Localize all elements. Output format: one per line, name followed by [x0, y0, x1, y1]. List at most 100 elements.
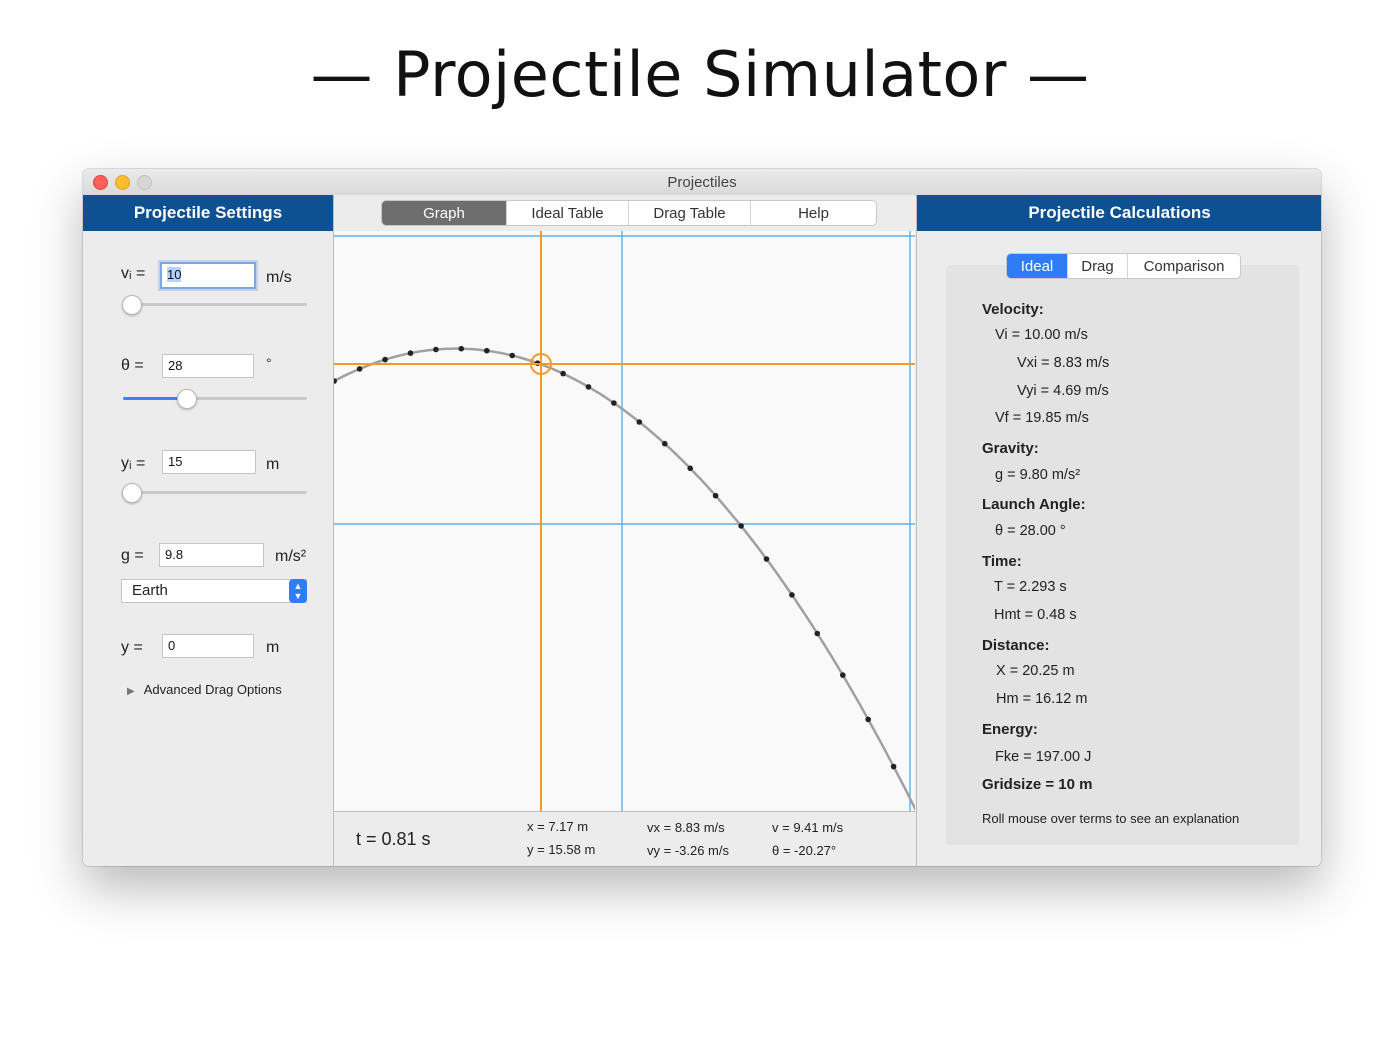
energy-heading[interactable]: Energy:	[982, 721, 1038, 738]
trajectory-dot	[407, 350, 414, 356]
theta-input[interactable]: 28	[162, 354, 254, 378]
g-label: g =	[121, 547, 144, 564]
tab-comparison[interactable]: Comparison	[1128, 254, 1240, 278]
trajectory-dot	[738, 523, 744, 529]
hint-text: Roll mouse over terms to see an explanat…	[982, 811, 1240, 826]
title-bar[interactable]: Projectiles	[83, 169, 1321, 196]
trajectory-dot	[814, 630, 821, 637]
trajectory-dot	[611, 400, 617, 406]
calculations-box: Ideal Drag Comparison Velocity: Vi = 10.…	[946, 253, 1299, 845]
planet-select[interactable]: Earth ▲ ▼	[121, 579, 307, 603]
trajectory-dot	[585, 384, 592, 390]
vyi-calc[interactable]: Vyi = 4.69 m/s	[1017, 383, 1109, 399]
disclosure-triangle-icon: ▶	[127, 686, 135, 697]
yi-label: yᵢ =	[121, 455, 146, 472]
fke-calc[interactable]: Fke = 197.00 J	[995, 749, 1091, 765]
vi-calc[interactable]: Vi = 10.00 m/s	[995, 327, 1088, 343]
calculations-header: Projectile Calculations	[917, 195, 1321, 231]
tab-ideal[interactable]: Ideal	[1007, 254, 1068, 278]
vxi-calc[interactable]: Vxi = 8.83 m/s	[1017, 355, 1109, 371]
vi-slider[interactable]	[123, 303, 307, 306]
trajectory-plot	[331, 231, 945, 866]
tab-drag[interactable]: Drag	[1068, 254, 1128, 278]
trajectory-dot	[484, 347, 490, 354]
launch-angle-heading[interactable]: Launch Angle:	[982, 496, 1086, 513]
theta-calc[interactable]: θ = 28.00 °	[995, 523, 1066, 539]
distance-heading[interactable]: Distance:	[982, 637, 1050, 654]
readout-bar: t = 0.81 s x = 7.17 m y = 15.58 m vx = 8…	[334, 811, 915, 866]
trajectory-dot	[865, 716, 871, 723]
trajectory-dot	[687, 465, 693, 472]
y-unit: m	[266, 639, 280, 656]
vx-readout: vx = 8.83 m/s	[647, 820, 725, 835]
advanced-drag-toggle[interactable]: ▶ Advanced Drag Options	[127, 682, 282, 697]
trajectory-dot	[840, 672, 846, 678]
advanced-drag-label: Advanced Drag Options	[143, 682, 282, 697]
x-calc[interactable]: X = 20.25 m	[996, 663, 1075, 679]
trajectory-dot	[890, 763, 897, 770]
trajectory-dot	[712, 492, 719, 499]
trajectory-dot	[636, 419, 643, 425]
tab-drag-table[interactable]: Drag Table	[629, 201, 751, 225]
hm-calc[interactable]: Hm = 16.12 m	[996, 691, 1087, 707]
y-input[interactable]: 0	[162, 634, 254, 658]
vi-value: 10	[167, 267, 182, 282]
gridsize-label[interactable]: Gridsize = 10 m	[982, 776, 1092, 793]
tab-help[interactable]: Help	[751, 201, 876, 225]
trajectory-dot	[382, 356, 388, 363]
vi-label: vᵢ =	[121, 265, 146, 282]
tab-graph[interactable]: Graph	[382, 201, 507, 225]
window-title: Projectiles	[667, 174, 737, 191]
time-heading[interactable]: Time:	[982, 553, 1022, 570]
velocity-heading[interactable]: Velocity:	[982, 301, 1044, 318]
vi-unit: m/s	[266, 269, 292, 286]
x-readout: x = 7.17 m	[527, 819, 589, 834]
vy-readout: vy = -3.26 m/s	[647, 843, 729, 858]
yi-input[interactable]: 15	[162, 450, 256, 474]
trajectory-dots	[331, 345, 897, 770]
g-unit: m/s²	[275, 548, 307, 565]
graph-panel: Graph Ideal Table Drag Table Help t = 0.…	[331, 195, 945, 866]
trajectory-dot	[560, 370, 566, 377]
trajectory-graph[interactable]	[331, 231, 945, 866]
theta-unit: °	[266, 355, 272, 371]
trajectory-dot	[789, 592, 795, 598]
app-window: Projectiles Projectile Settings vᵢ = 10 …	[83, 169, 1321, 866]
view-tabs: Graph Ideal Table Drag Table Help	[381, 200, 877, 226]
select-stepper-icon: ▲ ▼	[289, 579, 307, 603]
theta-slider-knob[interactable]	[176, 389, 197, 409]
view-tabbar: Graph Ideal Table Drag Table Help	[334, 195, 915, 232]
trajectory-dot	[763, 556, 770, 562]
vf-calc[interactable]: Vf = 19.85 m/s	[995, 410, 1089, 426]
vi-slider-knob[interactable]	[122, 295, 142, 315]
theta-readout: θ = -20.27°	[772, 843, 837, 858]
hmt-calc[interactable]: Hmt = 0.48 s	[994, 607, 1077, 623]
trajectory-dot	[433, 346, 439, 353]
g-calc[interactable]: g = 9.80 m/s²	[995, 467, 1080, 483]
page-title: — Projectile Simulator —	[310, 38, 1090, 111]
trajectory-dot	[458, 345, 465, 352]
trajectory-curve	[333, 347, 945, 866]
yi-unit: m	[266, 456, 280, 473]
time-readout: t = 0.81 s	[356, 829, 431, 849]
y-readout: y = 15.58 m	[527, 842, 596, 857]
settings-panel: Projectile Settings vᵢ = 10 m/s θ = 28 °…	[83, 195, 334, 866]
t-calc[interactable]: T = 2.293 s	[994, 579, 1067, 595]
planet-select-value: Earth	[132, 582, 168, 599]
gravity-heading[interactable]: Gravity:	[982, 440, 1039, 457]
trajectory-dot	[662, 440, 668, 447]
theta-label: θ =	[121, 357, 144, 374]
yi-slider-knob[interactable]	[122, 483, 142, 503]
yi-slider[interactable]	[123, 491, 307, 494]
trajectory-dot	[509, 352, 515, 359]
tab-ideal-table[interactable]: Ideal Table	[507, 201, 629, 225]
calc-tabs: Ideal Drag Comparison	[1006, 253, 1241, 279]
trajectory-dot	[356, 366, 363, 372]
settings-header: Projectile Settings	[83, 195, 333, 231]
grid-lines	[334, 231, 915, 811]
v-readout: v = 9.41 m/s	[772, 820, 844, 835]
g-input[interactable]: 9.8	[159, 543, 264, 567]
theta-slider[interactable]	[123, 397, 307, 400]
vi-input[interactable]: 10	[160, 262, 256, 289]
y-label: y =	[121, 639, 143, 656]
